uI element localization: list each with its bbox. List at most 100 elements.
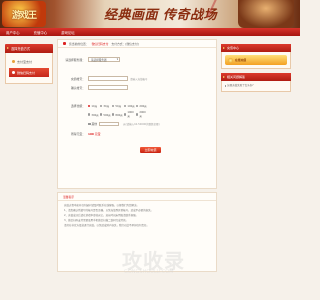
amount-option-label: 30元	[103, 105, 110, 108]
account-note: 请输入充值帐号	[130, 77, 148, 81]
submit-recharge-button[interactable]: 立即充值	[140, 147, 161, 153]
breadcrumb-suffix: 支付方式：[微信支付]	[111, 41, 139, 46]
confirm-account-input[interactable]	[88, 85, 128, 90]
radio-icon	[124, 113, 127, 116]
amount-option-label: 2000元	[139, 111, 146, 118]
online-pay-label: 在线充值	[235, 58, 247, 62]
radio-icon	[100, 113, 103, 116]
logo-text: 游戏王	[11, 10, 37, 21]
payment-method-sidebar: 选择充值方式 支付宝支付 微信扫码支付	[5, 44, 53, 84]
amount-option[interactable]: 50元	[112, 104, 124, 108]
radio-icon	[88, 104, 91, 108]
amount-option-label: 800元	[115, 113, 123, 117]
radio-icon	[88, 113, 91, 116]
amount-option[interactable]: 500元	[100, 111, 112, 118]
amount-option[interactable]: 2000元	[136, 111, 148, 118]
amount-option[interactable]: 30元	[100, 104, 112, 108]
server-select[interactable]: 请选择服务器 ▾	[88, 57, 120, 62]
sidebar-item-label: 支付宝支付	[17, 59, 33, 64]
amount-option[interactable]: 200元	[136, 104, 148, 108]
tip-line: 1、请您确认所填写的帐号是否正确，以免充值到其他帐号，造成不必要的损失。	[64, 209, 154, 212]
bullet-icon	[12, 60, 15, 63]
nav-recharge-center[interactable]: 充值中心	[34, 30, 48, 35]
amount-option[interactable]: 100元	[124, 104, 136, 108]
faq-link-text: 如果充值失败了怎么办?	[227, 84, 254, 87]
game-logo[interactable]: 游戏王	[2, 1, 46, 27]
banner-slogan: 经典画面 传奇战场	[104, 8, 218, 23]
page: 游戏王 经典画面 传奇战场 用户中心 充值中心 游戏论坛 选择充值方式 支付宝支…	[0, 0, 300, 300]
account-label: 充值帐号：	[71, 76, 85, 81]
sidebar-item-wechat[interactable]: 微信扫码支付	[9, 68, 49, 77]
breadcrumb-prefix: 您当前的位置：	[69, 41, 89, 46]
arrow-icon	[7, 47, 9, 49]
faq-header: 相关问题解答	[221, 73, 291, 81]
tips-title: 温馨提示	[58, 193, 216, 201]
radio-icon	[112, 113, 115, 116]
recharge-center-box: 在线充值	[221, 52, 291, 69]
amount-option-label: 300元	[91, 113, 99, 117]
nav-user-center[interactable]: 用户中心	[6, 30, 20, 35]
sidebar-item-label: 微信扫码支付	[17, 70, 36, 75]
home-icon	[63, 42, 66, 45]
tip-line: 2、充值成功后请在游戏中查收元宝，如长时间未到账请联系客服。	[64, 214, 139, 217]
recharge-center-header: 充值中心	[221, 44, 291, 52]
coin-icon	[228, 57, 233, 63]
amount-option[interactable]: 1000元	[124, 111, 136, 118]
arrow-icon	[223, 75, 225, 78]
confirm-account-label: 确认帐号：	[71, 85, 85, 90]
account-input[interactable]	[88, 76, 128, 81]
server-select-value: 请选择服务器	[91, 58, 107, 62]
sidebar-header: 选择充值方式	[5, 44, 53, 53]
other-amount-label: 其他	[91, 122, 98, 126]
radio-icon	[136, 113, 139, 116]
tip-line: 3、微信扫码支付需要使用手机微信扫描二维码完成付款。	[64, 219, 129, 222]
recharge-form-panel: 您当前的位置： 微信扫码支付 支付方式：[微信支付] 请选择服务器： 请选择服务…	[57, 39, 217, 189]
arrow-icon	[223, 46, 225, 49]
server-row: 请选择服务器： 请选择服务器 ▾	[58, 57, 120, 62]
tip-line: 充值过程中如有任何疑问请及时联系在线客服，以便我们为您解决。	[64, 204, 140, 207]
watermark-sub: GONGSHOULU.COM	[124, 269, 174, 275]
amount-option[interactable]: 10元	[88, 104, 100, 108]
result-label: 所得元宝：	[71, 132, 85, 136]
amount-row: 选择金额： 10元 30元 50元 100元 200元 300元 500元 800元 1000元…	[58, 104, 148, 118]
tip-line: 请勿在非官方渠道进行充值，以免造成财产损失，我们对此不承担任何责任。	[64, 224, 150, 227]
amount-option-label: 10元	[91, 105, 98, 108]
radio-icon	[100, 104, 103, 108]
result-value: 100 元宝	[88, 132, 101, 136]
nav-forum[interactable]: 游戏论坛	[61, 30, 75, 35]
chevron-down-icon: ▾	[116, 58, 118, 61]
online-pay-badge[interactable]: 在线充值	[225, 55, 287, 65]
faq-list: 如果充值失败了怎么办?	[221, 81, 291, 92]
amount-option-label: 100元	[127, 105, 135, 108]
amount-option[interactable]: 300元	[88, 111, 100, 118]
other-amount-row: 其他 元(请输入10-50000的整数金额)	[88, 122, 160, 126]
hero-illustration	[238, 0, 294, 28]
result-row: 所得元宝： 100 元宝	[58, 132, 100, 136]
amount-option-label: 50元	[115, 105, 122, 108]
faq-title: 相关问题解答	[227, 75, 246, 79]
radio-icon	[124, 104, 127, 108]
confirm-account-row: 确认帐号：	[58, 85, 128, 90]
other-amount-input[interactable]	[99, 122, 120, 126]
tips-body: 充值过程中如有任何疑问请及时联系在线客服，以便我们为您解决。 1、请您确认所填写…	[58, 201, 216, 232]
amount-options: 10元 30元 50元 100元 200元 300元 500元 800元 1000元 2000元	[88, 104, 148, 118]
amount-option-label: 200元	[139, 105, 147, 108]
faq-link[interactable]: 如果充值失败了怎么办?	[225, 84, 287, 88]
top-nav: 用户中心 充值中心 游戏论坛	[0, 28, 300, 36]
bullet-icon	[12, 71, 15, 74]
recharge-center-title: 充值中心	[227, 46, 240, 50]
breadcrumb: 您当前的位置： 微信扫码支付 支付方式：[微信支付]	[58, 40, 216, 48]
amount-option-label: 1000元	[127, 111, 134, 118]
sidebar-item-alipay[interactable]: 支付宝支付	[9, 57, 49, 66]
sidebar-title: 选择充值方式	[11, 47, 31, 51]
top-banner: 游戏王 经典画面 传奇战场	[0, 0, 300, 28]
amount-option[interactable]: 800元	[112, 111, 124, 118]
other-amount-checkbox[interactable]	[88, 122, 91, 126]
other-amount-note: 元(请输入10-50000的整数金额)	[123, 123, 160, 126]
right-sidebar: 充值中心 在线充值 相关问题解答 如果充值失败了怎么办?	[221, 44, 291, 92]
server-label: 请选择服务器：	[65, 57, 85, 62]
breadcrumb-current: 微信扫码支付	[91, 41, 109, 46]
radio-icon	[112, 104, 115, 108]
sidebar-list: 支付宝支付 微信扫码支付	[5, 53, 53, 84]
account-row: 充值帐号： 请输入充值帐号	[58, 76, 148, 81]
